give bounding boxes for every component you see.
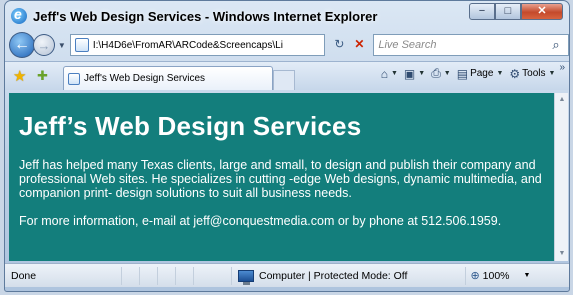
maximize-button[interactable]: □ xyxy=(495,3,521,20)
favorites-star-icon[interactable]: ★ xyxy=(13,67,31,85)
status-segment xyxy=(193,266,211,285)
scroll-up-icon[interactable]: ▲ xyxy=(555,93,569,107)
tab-row: ★ ✚ Jeff's Web Design Services ⌂ ▼ ▣ ▼ ⎙ ▼ … xyxy=(5,61,569,90)
home-button[interactable]: ⌂ ▼ xyxy=(381,67,398,81)
zoom-control[interactable]: ⊕ 100% ▼ xyxy=(465,266,531,285)
search-icon[interactable]: ⌕ xyxy=(544,37,568,53)
scroll-down-icon[interactable]: ▼ xyxy=(555,247,569,261)
zone-label: Computer | Protected Mode: Off xyxy=(259,269,408,282)
page-icon xyxy=(74,38,89,52)
page-menu-icon: ▤ xyxy=(456,66,469,81)
browser-window: Jeff's Web Design Services - Windows Int… xyxy=(4,0,570,292)
window-controls: − □ ✕ xyxy=(469,3,563,20)
feeds-button[interactable]: ▣ ▼ xyxy=(404,67,425,81)
intro-paragraph: Jeff has helped many Texas clients, larg… xyxy=(19,158,542,200)
add-to-favorites-icon[interactable]: ✚ xyxy=(37,68,57,84)
status-segment xyxy=(175,266,193,285)
tab-current-page[interactable]: Jeff's Web Design Services xyxy=(63,66,273,90)
status-segments xyxy=(121,266,211,285)
home-icon: ⌂ xyxy=(380,66,388,81)
page-menu[interactable]: ▤ Page ▼ xyxy=(457,67,504,81)
stop-button[interactable]: ✕ xyxy=(349,34,369,56)
zoom-icon: ⊕ xyxy=(470,270,480,282)
zoom-level: 100% xyxy=(482,269,510,282)
gear-icon: ⚙ xyxy=(509,66,521,81)
contact-paragraph: For more information, e-mail at jeff@con… xyxy=(19,214,502,228)
tools-menu[interactable]: ⚙ Tools ▼ xyxy=(509,67,555,81)
search-input[interactable]: Live Search xyxy=(374,39,544,51)
computer-icon xyxy=(238,269,254,285)
ie-logo-icon xyxy=(11,6,27,24)
command-bar: ⌂ ▼ ▣ ▼ ⎙ ▼ ▤ Page ▼ ⚙ Tools ▼ » xyxy=(375,62,565,81)
status-segment xyxy=(121,266,139,285)
zoom-dropdown-icon[interactable]: ▼ xyxy=(524,272,531,279)
status-bar: Done Computer | Protected Mode: Off ⊕ 10… xyxy=(5,263,569,287)
feeds-icon: ▣ xyxy=(403,66,416,81)
vertical-scrollbar[interactable]: ▲ ▼ xyxy=(554,93,568,261)
forward-button[interactable]: → xyxy=(32,34,55,56)
status-segment xyxy=(157,266,175,285)
recent-pages-dropdown-icon[interactable]: ▼ xyxy=(58,41,66,50)
minimize-button[interactable]: − xyxy=(469,3,495,20)
new-tab-button[interactable] xyxy=(273,70,295,90)
close-button[interactable]: ✕ xyxy=(521,3,563,20)
page-heading: Jeff’s Web Design Services xyxy=(19,111,362,141)
more-commands-icon[interactable]: » xyxy=(559,62,565,73)
tab-page-icon xyxy=(68,72,80,85)
address-bar[interactable]: I:\H4D6e\FromAR\ARCode&Screencaps\Li xyxy=(69,34,326,56)
back-button[interactable]: ← xyxy=(9,32,35,58)
title-bar: Jeff's Web Design Services - Windows Int… xyxy=(5,1,569,31)
status-text: Done xyxy=(11,269,37,282)
status-segment xyxy=(139,266,157,285)
security-zone[interactable]: Computer | Protected Mode: Off xyxy=(231,266,408,285)
tab-label: Jeff's Web Design Services xyxy=(84,73,206,84)
search-box[interactable]: Live Search ⌕ xyxy=(373,34,569,56)
address-url[interactable]: I:\H4D6e\FromAR\ARCode&Screencaps\Li xyxy=(93,40,319,51)
navigation-bar: ← → ▼ I:\H4D6e\FromAR\ARCode&Screencaps\… xyxy=(5,31,569,59)
print-button[interactable]: ⎙ ▼ xyxy=(431,66,451,81)
refresh-button[interactable]: ↻ xyxy=(329,34,349,56)
page-content: Jeff’s Web Design Services Jeff has help… xyxy=(9,93,554,261)
window-title: Jeff's Web Design Services - Windows Int… xyxy=(33,8,378,24)
print-icon: ⎙ xyxy=(431,66,441,80)
